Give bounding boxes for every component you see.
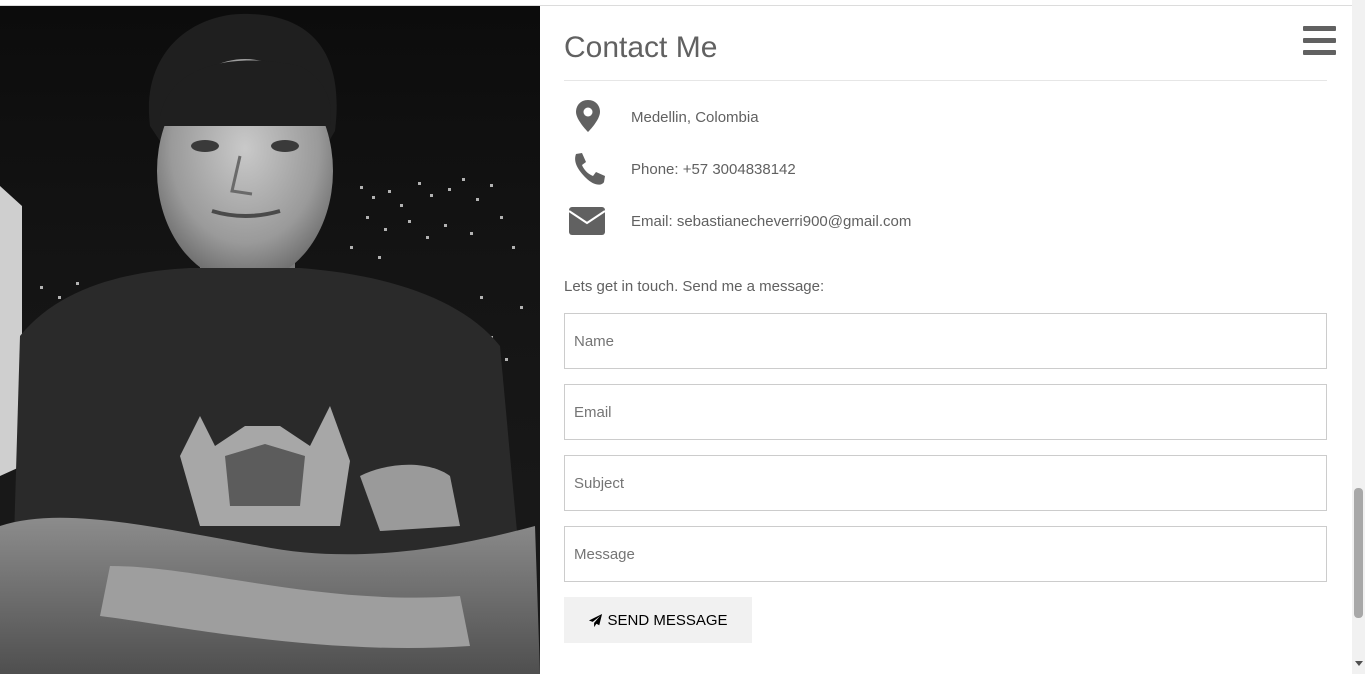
page-title: Contact Me — [564, 31, 718, 64]
send-message-button[interactable]: SEND MESSAGE — [564, 597, 752, 643]
map-marker-icon — [568, 98, 608, 138]
scrollbar-thumb[interactable] — [1354, 488, 1363, 618]
send-message-label: SEND MESSAGE — [607, 611, 728, 629]
profile-photo — [0, 6, 540, 674]
contact-item-email: Email: sebastianecheverri900@gmail.com — [564, 202, 1327, 242]
contact-intro-text: Lets get in touch. Send me a message: — [564, 278, 825, 295]
phone-icon — [568, 150, 608, 190]
contact-item-phone: Phone: +57 3004838142 — [564, 150, 1327, 190]
envelope-icon — [568, 202, 608, 242]
phone-text: Phone: +57 3004838142 — [631, 161, 796, 178]
title-divider — [564, 80, 1327, 81]
email-field[interactable] — [564, 384, 1327, 440]
location-text: Medellin, Colombia — [631, 109, 759, 126]
page-scrollbar[interactable] — [1352, 0, 1365, 674]
message-field[interactable] — [564, 526, 1327, 582]
paper-plane-icon — [588, 613, 603, 628]
hamburger-menu-icon[interactable] — [1303, 26, 1336, 55]
email-text: Email: sebastianecheverri900@gmail.com — [631, 213, 912, 230]
scroll-down-arrow-icon[interactable] — [1355, 661, 1363, 666]
contact-item-location: Medellin, Colombia — [564, 98, 1327, 138]
subject-field[interactable] — [564, 455, 1327, 511]
name-field[interactable] — [564, 313, 1327, 369]
